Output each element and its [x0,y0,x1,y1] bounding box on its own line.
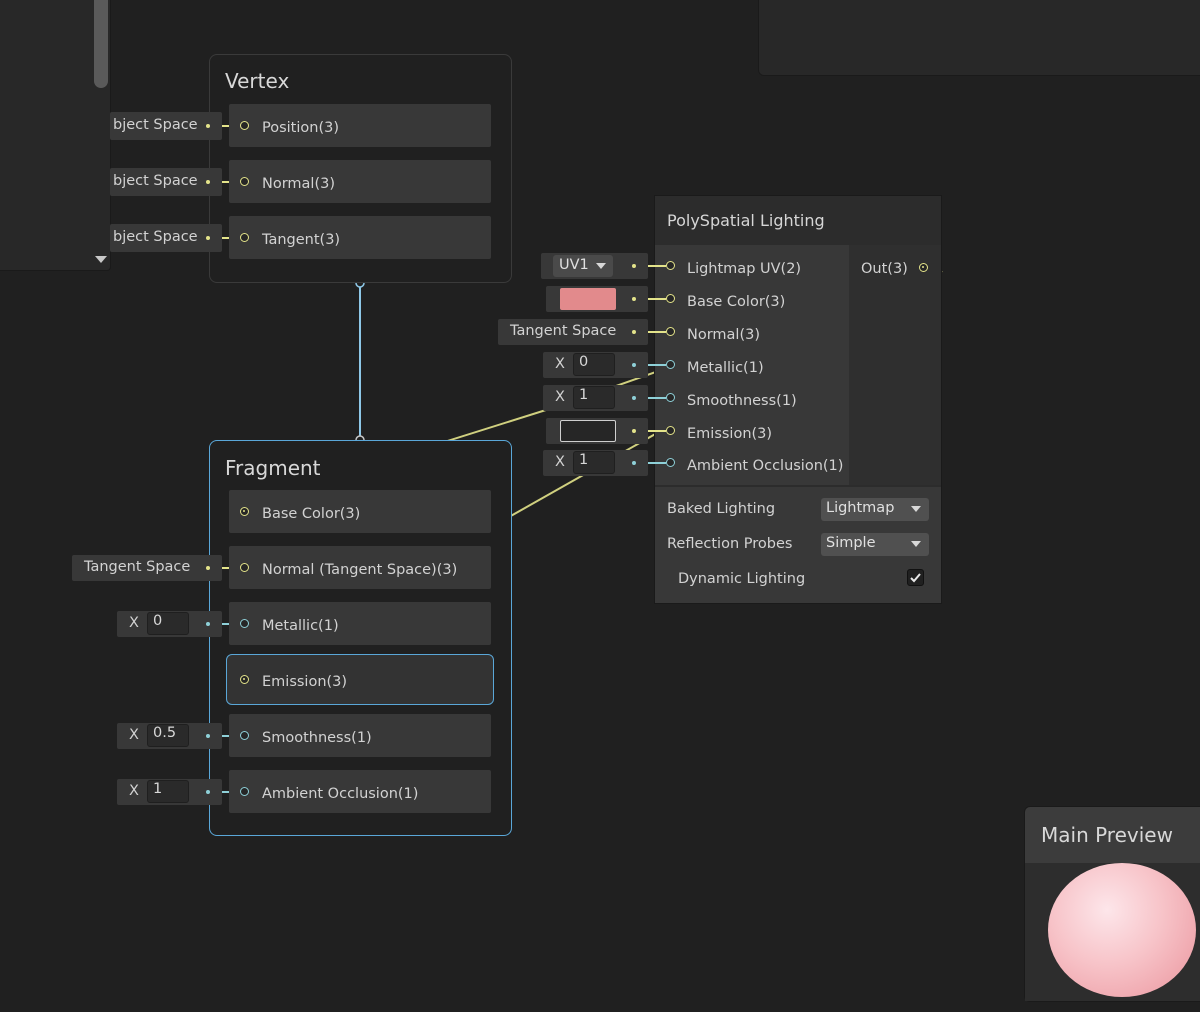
node-normal-source-field[interactable]: Tangent Space [498,319,648,345]
lightmap-uv-dot [632,264,636,268]
reflection-probes-label: Reflection Probes [667,536,793,552]
smoothness-dot [206,734,210,738]
node-normal-label: Normal(3) [687,327,761,343]
reflection-probes-dropdown[interactable]: Simple [821,533,929,556]
lightmap-uv-wire [648,265,666,267]
ao-port[interactable] [240,787,249,796]
node-emission-dot [632,429,636,433]
caret-down-icon [596,263,606,269]
out-label: Out(3) [861,261,908,277]
base-color-swatch[interactable] [560,288,616,310]
baked-lighting-label: Baked Lighting [667,501,776,517]
tangent-port[interactable] [240,233,249,242]
vertex-title: Vertex [225,69,290,93]
position-source-dot [206,124,210,128]
node-metallic-port[interactable] [666,360,675,369]
dynamic-lighting-label: Dynamic Lighting [678,571,806,587]
node-title: PolySpatial Lighting [667,211,825,230]
smoothness-value-input[interactable]: 0.5 [147,724,189,747]
main-preview-panel[interactable]: Main Preview [1024,806,1200,1002]
preview-viewport[interactable] [1025,863,1200,1001]
node-emission-label: Emission(3) [687,426,773,442]
node-metallic-label: Metallic(1) [687,360,764,376]
metallic-port[interactable] [240,619,249,628]
node-normal-port[interactable] [666,327,675,336]
metallic-dot [206,622,210,626]
emission-block[interactable]: Emission(3) [226,654,494,705]
out-port[interactable] [919,263,928,272]
normal-ts-source-field[interactable]: Tangent Space [72,555,222,581]
caret-down-icon [911,506,921,512]
node-ao-wire [648,462,666,464]
normal-source-dot [206,180,210,184]
node-outputs-area: Out(3) [849,245,941,485]
normal-block[interactable]: Normal(3) [229,160,491,203]
node-settings-area: Baked Lighting Lightmap Reflection Probe… [655,487,941,603]
node-smoothness-input[interactable]: 1 [573,386,615,409]
node-normal-dot [632,330,636,334]
emission-swatch[interactable] [560,420,616,442]
smoothness-port[interactable] [240,731,249,740]
ao-dot [206,790,210,794]
edge-layer [227,270,943,677]
base-color-block[interactable]: Base Color(3) [229,490,491,533]
node-metallic-dot [632,363,636,367]
ao-value-input[interactable]: 1 [147,780,189,803]
normal-ts-dot [206,566,210,570]
dynamic-lighting-checkbox[interactable] [907,569,924,586]
caret-down-icon [911,541,921,547]
node-smoothness-label: Smoothness(1) [687,393,797,409]
fragment-title: Fragment [225,456,321,480]
position-port[interactable] [240,121,249,130]
lightmap-uv-port[interactable] [666,261,675,270]
uv-channel-dropdown[interactable]: UV1 [553,255,613,277]
preview-sphere [1048,863,1196,997]
baked-lighting-dropdown[interactable]: Lightmap [821,498,929,521]
tangent-block[interactable]: Tangent(3) [229,216,491,259]
smoothness-block[interactable]: Smoothness(1) [229,714,491,757]
checkmark-icon [910,573,921,583]
normal-ts-port[interactable] [240,563,249,572]
base-color-port[interactable] [240,507,249,516]
node-metallic-input[interactable]: 0 [573,353,615,376]
node-normal-wire [648,331,666,333]
node-ao-label: Ambient Occlusion(1) [687,458,844,474]
node-ao-port[interactable] [666,458,675,467]
ao-block[interactable]: Ambient Occlusion(1) [229,770,491,813]
node-smoothness-dot [632,396,636,400]
lightmap-uv-label: Lightmap UV(2) [687,261,802,277]
node-smoothness-wire [648,397,666,399]
position-block[interactable]: Position(3) [229,104,491,147]
node-emission-port[interactable] [666,426,675,435]
metallic-block[interactable]: Metallic(1) [229,602,491,645]
normal-port[interactable] [240,177,249,186]
node-base-color-port[interactable] [666,294,675,303]
tangent-source-dot [206,236,210,240]
base-color-wire [648,298,666,300]
node-metallic-wire [648,364,666,366]
normal-ts-block[interactable]: Normal (Tangent Space)(3) [229,546,491,589]
node-ao-input[interactable]: 1 [573,451,615,474]
metallic-value-input[interactable]: 0 [147,612,189,635]
base-color-dot [632,297,636,301]
node-emission-wire [648,430,666,432]
main-preview-title: Main Preview [1041,823,1173,847]
node-base-color-label: Base Color(3) [687,294,786,310]
node-smoothness-port[interactable] [666,393,675,402]
emission-port[interactable] [240,675,249,684]
node-ao-dot [632,461,636,465]
